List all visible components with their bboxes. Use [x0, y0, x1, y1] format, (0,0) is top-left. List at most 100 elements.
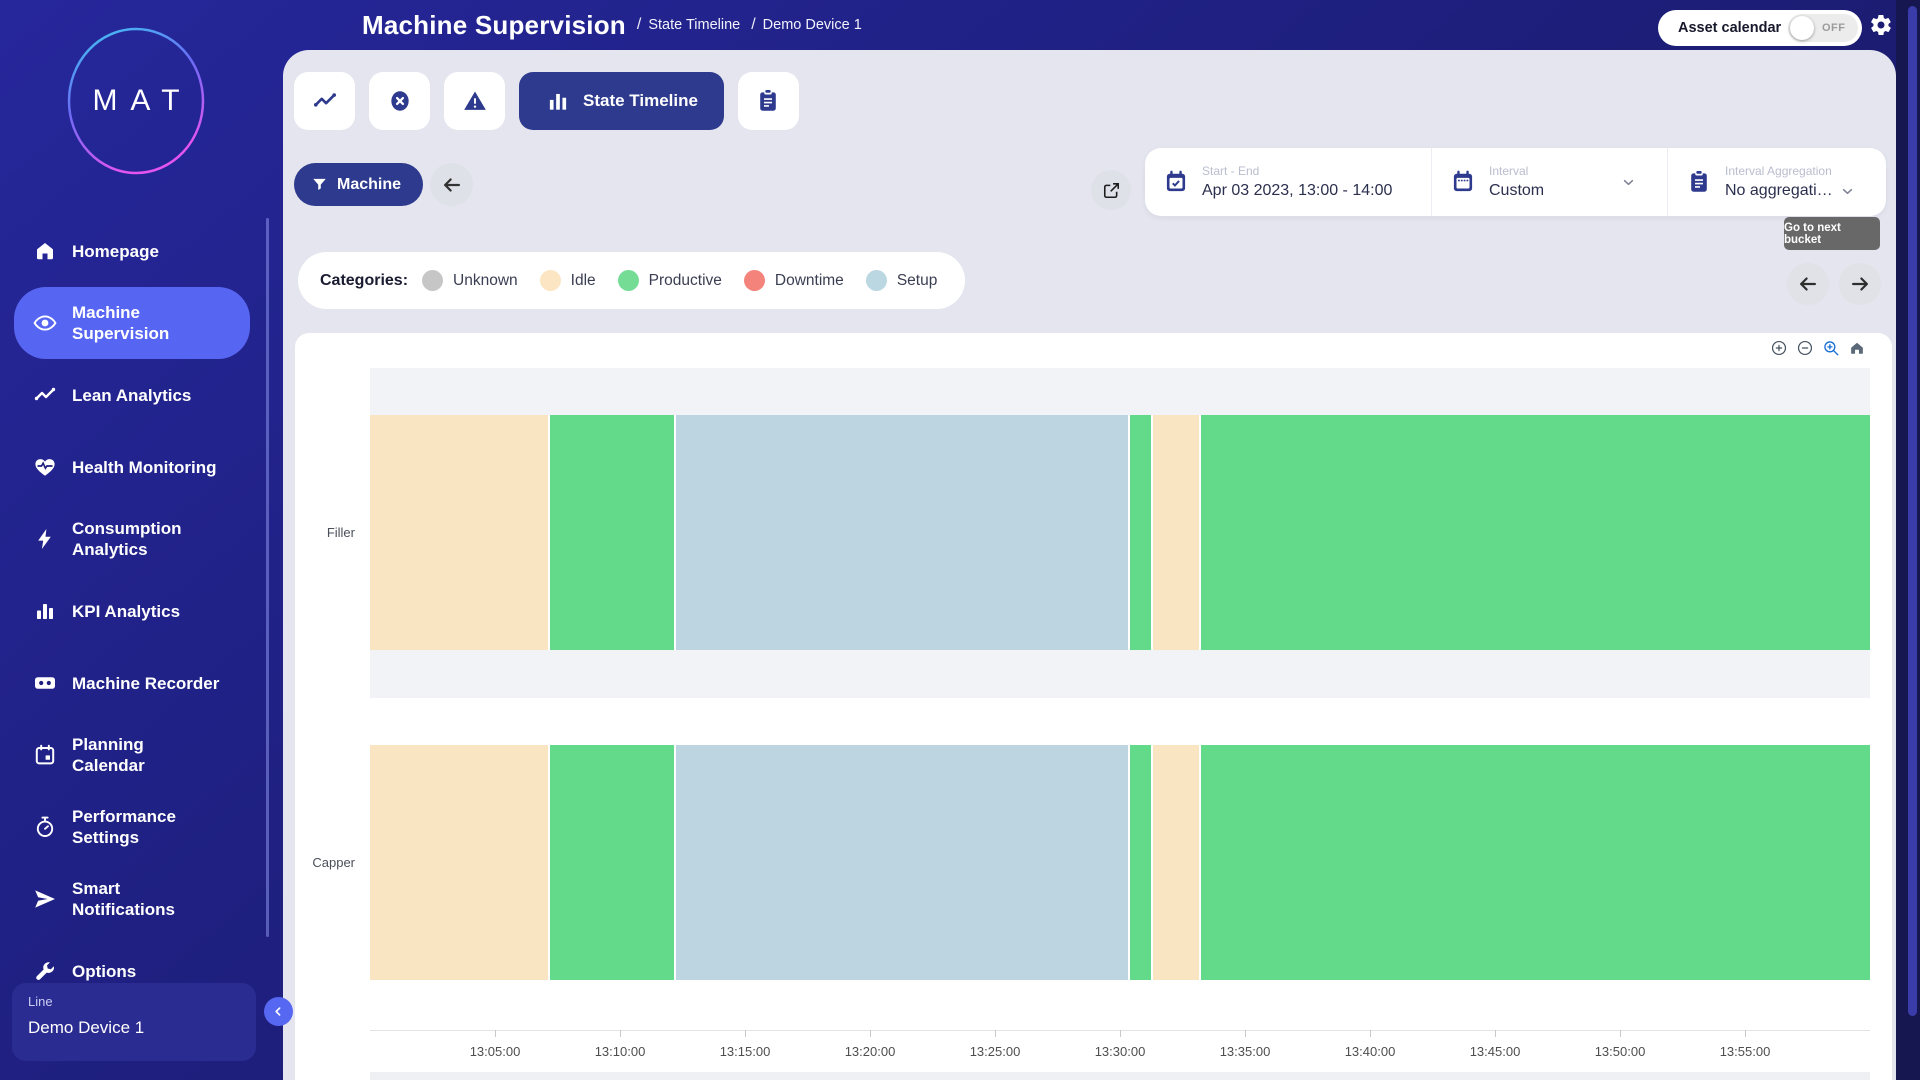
- sidebar-item-label: Machine Recorder: [72, 673, 219, 694]
- line-device-name: Demo Device 1: [28, 1018, 240, 1038]
- tab-warning-triangle[interactable]: [444, 72, 505, 130]
- legend-item-setup[interactable]: Setup: [866, 270, 938, 291]
- timeline-row-filler: [370, 415, 1870, 650]
- x-axis-tick-label: 13:40:00: [1345, 1044, 1396, 1059]
- segment-filler-productive-13:33:10[interactable]: [1199, 415, 1870, 650]
- x-axis-tick-label: 13:55:00: [1720, 1044, 1771, 1059]
- breadcrumb-item[interactable]: State Timeline: [648, 17, 740, 33]
- clipboard-icon: [755, 88, 781, 114]
- settings-button[interactable]: [1869, 13, 1893, 37]
- box-zoom-icon[interactable]: [1822, 339, 1840, 357]
- x-axis-tick-label: 13:50:00: [1595, 1044, 1646, 1059]
- sidebar-collapse-button[interactable]: [264, 997, 293, 1026]
- sidebar-item-label: Planning Calendar: [72, 734, 145, 776]
- start-end-field[interactable]: Start - End Apr 03 2023, 13:00 - 14:00: [1145, 148, 1432, 216]
- segment-filler-setup-13:12:10[interactable]: [674, 415, 1128, 650]
- sidebar-item-lean-analytics[interactable]: Lean Analytics: [14, 359, 250, 431]
- tab-trend[interactable]: [294, 72, 355, 130]
- bucket-nav-arrows: [1787, 263, 1881, 305]
- state-bars-icon: [545, 88, 571, 114]
- segment-filler-productive-13:30:15[interactable]: [1128, 415, 1151, 650]
- breadcrumb-item[interactable]: Demo Device 1: [763, 17, 862, 33]
- x-axis-tick-label: 13:25:00: [970, 1044, 1021, 1059]
- segment-capper-productive-13:07:10[interactable]: [548, 745, 674, 980]
- x-axis-tick: [620, 1030, 621, 1037]
- reset-home-icon[interactable]: [1848, 339, 1866, 357]
- asset-calendar-toggle[interactable]: Asset calendar OFF: [1658, 10, 1862, 46]
- legend-item-unknown[interactable]: Unknown: [422, 270, 518, 291]
- x-axis-tick: [1370, 1030, 1371, 1037]
- segment-capper-idle-13:31:15[interactable]: [1151, 745, 1199, 980]
- categories-legend: Categories: UnknownIdleProductiveDowntim…: [298, 252, 965, 309]
- previous-bucket-button[interactable]: [1787, 263, 1829, 305]
- sidebar-item-label: Machine Supervision: [72, 302, 169, 344]
- segment-capper-productive-13:30:15[interactable]: [1128, 745, 1151, 980]
- stopwatch-icon: [33, 815, 57, 839]
- x-axis-tick: [995, 1030, 996, 1037]
- interval-aggregation-field[interactable]: Interval Aggregation No aggregati…: [1668, 148, 1886, 216]
- segment-capper-setup-13:12:10[interactable]: [674, 745, 1128, 980]
- toggle-switch[interactable]: OFF: [1788, 14, 1858, 42]
- go-to-next-bucket-tooltip: Go to next bucket: [1784, 217, 1880, 250]
- machine-filter-button[interactable]: Machine: [294, 163, 423, 206]
- zoom-out-icon[interactable]: [1796, 339, 1814, 357]
- tab-circle-x[interactable]: [369, 72, 430, 130]
- legend-item-productive[interactable]: Productive: [618, 270, 722, 291]
- recorder-icon: [33, 671, 57, 695]
- sidebar-item-label: Performance Settings: [72, 806, 176, 848]
- sidebar-item-machine-supervision[interactable]: Machine Supervision: [14, 287, 250, 359]
- chart-bottom-strip: [370, 1072, 1870, 1080]
- calendar-icon: [33, 743, 57, 767]
- sidebar-item-label: Lean Analytics: [72, 385, 191, 406]
- sidebar-item-consumption-analytics[interactable]: Consumption Analytics: [14, 503, 250, 575]
- open-in-new-button[interactable]: [1091, 170, 1131, 210]
- brand-logo: MAT: [66, 26, 206, 176]
- x-axis-tick: [495, 1030, 496, 1037]
- sidebar-item-kpi-analytics[interactable]: KPI Analytics: [14, 575, 250, 647]
- machine-filter-label: Machine: [337, 176, 401, 194]
- sidebar-item-performance-settings[interactable]: Performance Settings: [14, 791, 250, 863]
- x-axis-tick-label: 13:10:00: [595, 1044, 646, 1059]
- sidebar-item-health-monitoring[interactable]: Health Monitoring: [14, 431, 250, 503]
- sidebar-item-planning-calendar[interactable]: Planning Calendar: [14, 719, 250, 791]
- calendar-check-icon: [1163, 169, 1189, 195]
- sidebar-item-machine-recorder[interactable]: Machine Recorder: [14, 647, 250, 719]
- breadcrumb: Machine Supervision /State Timeline/Demo…: [362, 0, 862, 50]
- legend-item-idle[interactable]: Idle: [540, 270, 596, 291]
- legend-item-downtime[interactable]: Downtime: [744, 270, 844, 291]
- legend-color-dot: [744, 270, 765, 291]
- x-axis-tick-label: 13:35:00: [1220, 1044, 1271, 1059]
- bolt-icon: [33, 527, 57, 551]
- page-scrollbar-thumb[interactable]: [1908, 6, 1917, 1016]
- tab-state-timeline[interactable]: State Timeline: [519, 72, 724, 130]
- calendar-icon: [1450, 169, 1476, 195]
- tab-clipboard[interactable]: [738, 72, 799, 130]
- page-scrollbar-track[interactable]: [1896, 0, 1920, 1080]
- arrow-left-icon: [1797, 273, 1819, 295]
- gear-icon: [1869, 13, 1893, 37]
- eye-icon: [33, 311, 57, 335]
- chart-toolbar: [1770, 339, 1866, 357]
- sidebar-item-label: KPI Analytics: [72, 601, 180, 622]
- interval-field[interactable]: Interval Custom: [1432, 148, 1668, 216]
- interval-label: Interval: [1489, 164, 1544, 178]
- legend-item-label: Idle: [571, 272, 596, 290]
- legend-color-dot: [866, 270, 887, 291]
- sidebar-scrollbar[interactable]: [266, 218, 269, 937]
- segment-filler-idle-13:00:00[interactable]: [370, 415, 548, 650]
- sidebar-item-homepage[interactable]: Homepage: [14, 215, 250, 287]
- sidebar-item-smart-notifications[interactable]: Smart Notifications: [14, 863, 250, 935]
- sidebar-item-label: Consumption Analytics: [72, 518, 182, 560]
- legend-color-dot: [422, 270, 443, 291]
- x-axis-tick: [1120, 1030, 1121, 1037]
- interval-aggregation-label: Interval Aggregation: [1725, 164, 1856, 178]
- zoom-in-icon[interactable]: [1770, 339, 1788, 357]
- back-button[interactable]: [430, 163, 473, 206]
- next-bucket-button[interactable]: [1839, 263, 1881, 305]
- segment-filler-idle-13:31:15[interactable]: [1151, 415, 1199, 650]
- segment-filler-productive-13:07:10[interactable]: [548, 415, 674, 650]
- funnel-icon: [311, 176, 328, 193]
- segment-capper-idle-13:00:00[interactable]: [370, 745, 548, 980]
- x-axis-tick-label: 13:15:00: [720, 1044, 771, 1059]
- segment-capper-productive-13:33:10[interactable]: [1199, 745, 1870, 980]
